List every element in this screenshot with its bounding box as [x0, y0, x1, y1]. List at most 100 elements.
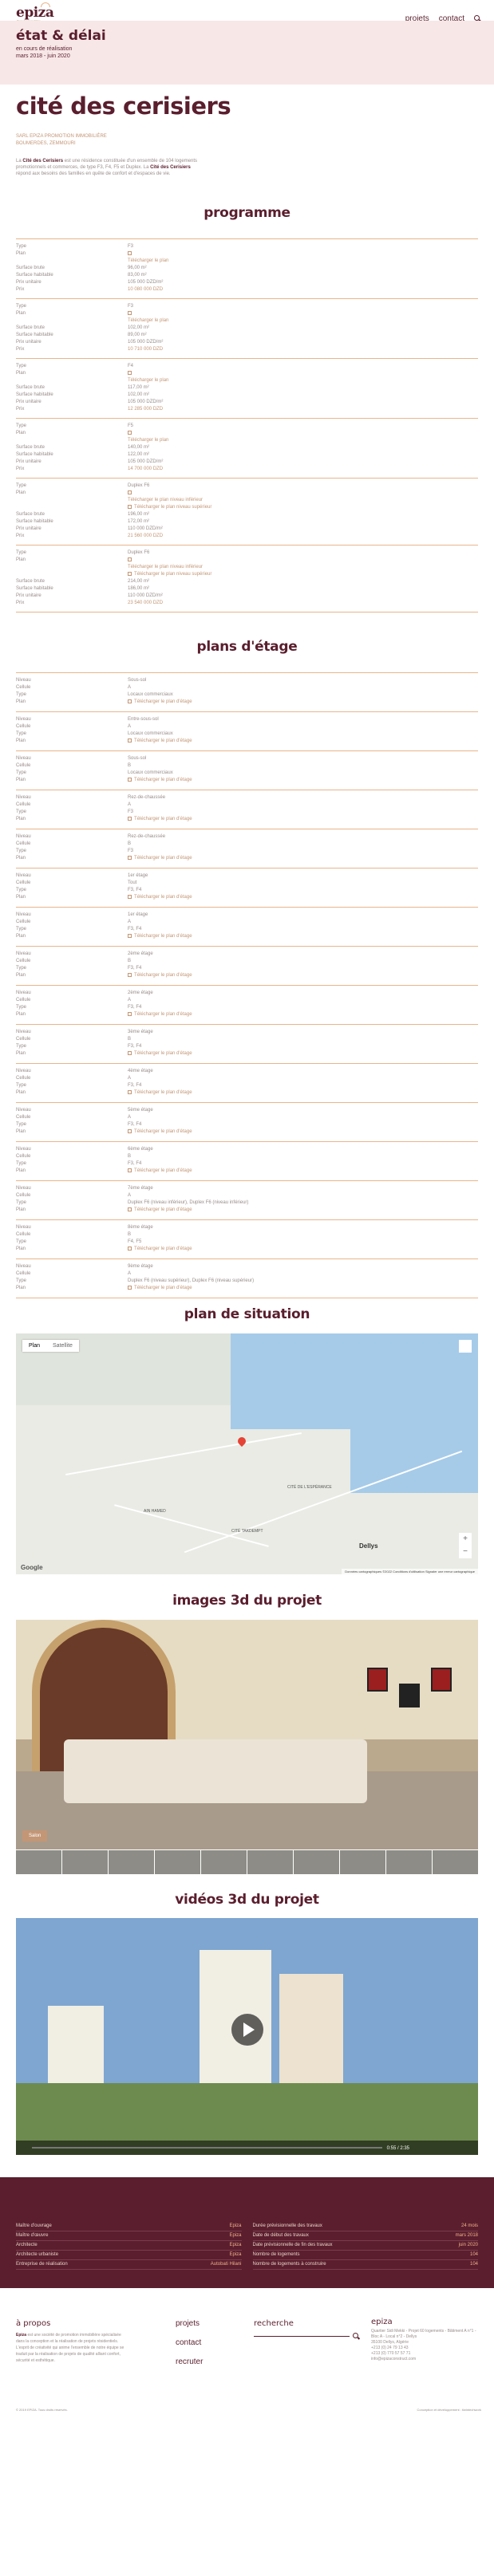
- map-tab-satellite[interactable]: Satellite: [46, 1340, 79, 1352]
- map-attribution[interactable]: Données cartographiques ©2022 Conditions…: [342, 1569, 478, 1574]
- download-link[interactable]: Télécharger le plan: [128, 370, 478, 384]
- download-link[interactable]: Télécharger le plan: [128, 310, 478, 325]
- footer-email[interactable]: info@epizaconstruct.com: [371, 2357, 478, 2362]
- programme-plan[interactable]: Télécharger le plan niveau inférieur: [128, 497, 478, 504]
- plan-link[interactable]: Télécharger le plan d'étage: [134, 856, 192, 861]
- plan-link[interactable]: Télécharger le plan d'étage: [134, 1247, 192, 1251]
- download-link[interactable]: Télécharger le plan d'étage: [128, 1050, 478, 1058]
- download-link[interactable]: Télécharger le plan d'étage: [128, 777, 478, 784]
- programme-type: F3: [128, 304, 134, 309]
- plan-label: Niveau: [16, 951, 31, 956]
- epiza-logo[interactable]: epiza Promotion Immobilière: [16, 2, 64, 22]
- plan-link[interactable]: Télécharger le plan d'étage: [134, 739, 192, 743]
- plan-link[interactable]: Télécharger le plan d'étage: [134, 1168, 192, 1173]
- plan-link[interactable]: Télécharger le plan d'étage: [134, 1286, 192, 1290]
- video-player[interactable]: 0:55 / 2:35: [16, 1918, 478, 2155]
- plan-label: Type: [16, 809, 27, 814]
- thumbnail[interactable]: [386, 1850, 432, 1874]
- gallery-main-image[interactable]: Salon: [16, 1620, 478, 1849]
- footer-phone[interactable]: +213 (0) 770 57 57 71: [371, 2351, 478, 2357]
- zoom-control[interactable]: + −: [459, 1533, 472, 1558]
- download-link[interactable]: Télécharger le plan d'étage: [128, 1168, 478, 1175]
- programme-label: Prix unitaire: [16, 526, 41, 531]
- download-link[interactable]: Télécharger le plan d'étage: [128, 1246, 478, 1253]
- plans-heading: plans d'étage: [196, 639, 298, 655]
- plan-label: Niveau: [16, 912, 31, 917]
- download-link[interactable]: Télécharger le plan d'étage: [128, 1011, 478, 1018]
- programme-plan[interactable]: Télécharger le plan: [128, 377, 478, 384]
- plan-link[interactable]: Télécharger le plan d'étage: [134, 699, 192, 704]
- footer-link-recruter[interactable]: recruter: [176, 2357, 254, 2366]
- thumbnail[interactable]: [201, 1850, 247, 1874]
- plan-link[interactable]: Télécharger le plan d'étage: [134, 973, 192, 978]
- programme-label: Type: [16, 364, 27, 368]
- programme-plan2[interactable]: Télécharger le plan niveau supérieur: [134, 505, 211, 510]
- thumbnail[interactable]: [433, 1850, 478, 1874]
- download-link[interactable]: Télécharger le plan niveau supérieur: [128, 571, 478, 578]
- video-progress[interactable]: [32, 2147, 382, 2149]
- plan-row: Niveau Rez-de-chaussée Cellule B Type F3 Plan T…: [0, 829, 494, 868]
- play-icon[interactable]: [231, 2014, 263, 2046]
- download-icon: [128, 1050, 132, 1055]
- download-link[interactable]: Télécharger le plan niveau supérieur: [128, 504, 478, 511]
- plan-link[interactable]: Télécharger le plan d'étage: [134, 778, 192, 782]
- tech-value: juin 2020: [458, 2243, 478, 2247]
- search-input[interactable]: [254, 2336, 350, 2337]
- plan-label: Plan: [16, 973, 26, 978]
- programme-unit: 105 000 DZD/m²: [128, 340, 164, 345]
- download-link[interactable]: Télécharger le plan d'étage: [128, 816, 478, 823]
- thumbnail[interactable]: [247, 1850, 293, 1874]
- map-tab-plan[interactable]: Plan: [22, 1340, 46, 1352]
- plan-row: Niveau 8ème étage Cellule B Type F4, F5 Plan Té…: [0, 1220, 494, 1258]
- download-link[interactable]: Télécharger le plan d'étage: [128, 699, 478, 706]
- thumbnail[interactable]: [16, 1850, 61, 1874]
- thumbnail[interactable]: [155, 1850, 200, 1874]
- download-link[interactable]: Télécharger le plan d'étage: [128, 1128, 478, 1136]
- plan-link[interactable]: Télécharger le plan d'étage: [134, 895, 192, 900]
- download-link[interactable]: Télécharger le plan d'étage: [128, 855, 478, 862]
- thumbnail[interactable]: [62, 1850, 108, 1874]
- plan-link[interactable]: Télécharger le plan d'étage: [134, 1090, 192, 1095]
- footer-phone[interactable]: +213 (0) 24 79 13 43: [371, 2346, 478, 2351]
- programme-plan[interactable]: Télécharger le plan: [128, 317, 478, 325]
- plan-link[interactable]: Télécharger le plan d'étage: [134, 817, 192, 821]
- thumbnail[interactable]: [340, 1850, 385, 1874]
- credit[interactable]: Conception et développement : tiwintechw…: [417, 2408, 482, 2412]
- thumbnail[interactable]: [109, 1850, 154, 1874]
- download-link[interactable]: Télécharger le plan d'étage: [128, 738, 478, 745]
- plan-link[interactable]: Télécharger le plan d'étage: [134, 1012, 192, 1017]
- plan-label: Cellule: [16, 998, 31, 1002]
- download-link[interactable]: Télécharger le plan d'étage: [128, 933, 478, 940]
- download-link[interactable]: Télécharger le plan niveau inférieur: [128, 557, 478, 571]
- programme-habitable: 102,00 m²: [128, 392, 150, 397]
- download-link[interactable]: Télécharger le plan d'étage: [128, 1207, 478, 1214]
- plan-link[interactable]: Télécharger le plan d'étage: [134, 1051, 192, 1056]
- download-link[interactable]: Télécharger le plan d'étage: [128, 972, 478, 979]
- programme-plan2[interactable]: Télécharger le plan niveau supérieur: [134, 572, 211, 577]
- plan-label: Plan: [16, 1012, 26, 1017]
- download-link[interactable]: Télécharger le plan: [128, 430, 478, 444]
- thumbnail[interactable]: [294, 1850, 339, 1874]
- programme-plan[interactable]: Télécharger le plan: [128, 437, 478, 444]
- download-link[interactable]: Télécharger le plan d'étage: [128, 1089, 478, 1097]
- search-icon[interactable]: [353, 2333, 360, 2340]
- location-map[interactable]: Plan Satellite Dellys CITÉ DE L'ESPÉRANC…: [16, 1333, 478, 1574]
- download-link[interactable]: Télécharger le plan d'étage: [128, 1285, 478, 1292]
- plan-label: Niveau: [16, 717, 31, 722]
- fullscreen-icon[interactable]: [459, 1340, 472, 1353]
- plan-label: Plan: [16, 817, 26, 821]
- plan-cellule: A: [128, 724, 132, 729]
- footer-link-contact[interactable]: contact: [176, 2338, 254, 2347]
- plan-link[interactable]: Télécharger le plan d'étage: [134, 1207, 192, 1212]
- footer-link-projets[interactable]: projets: [176, 2319, 254, 2328]
- programme-plan[interactable]: Télécharger le plan niveau inférieur: [128, 564, 478, 571]
- footer-about: à propos Epiza est une société de promot…: [16, 2319, 176, 2416]
- download-link[interactable]: Télécharger le plan: [128, 250, 478, 265]
- download-link[interactable]: Télécharger le plan d'étage: [128, 894, 478, 901]
- download-link[interactable]: Télécharger le plan niveau inférieur: [128, 490, 478, 504]
- download-icon: [128, 855, 132, 860]
- plan-link[interactable]: Télécharger le plan d'étage: [134, 934, 192, 939]
- tech-value: 104: [469, 2252, 478, 2257]
- programme-plan[interactable]: Télécharger le plan: [128, 258, 478, 265]
- plan-link[interactable]: Télécharger le plan d'étage: [134, 1129, 192, 1134]
